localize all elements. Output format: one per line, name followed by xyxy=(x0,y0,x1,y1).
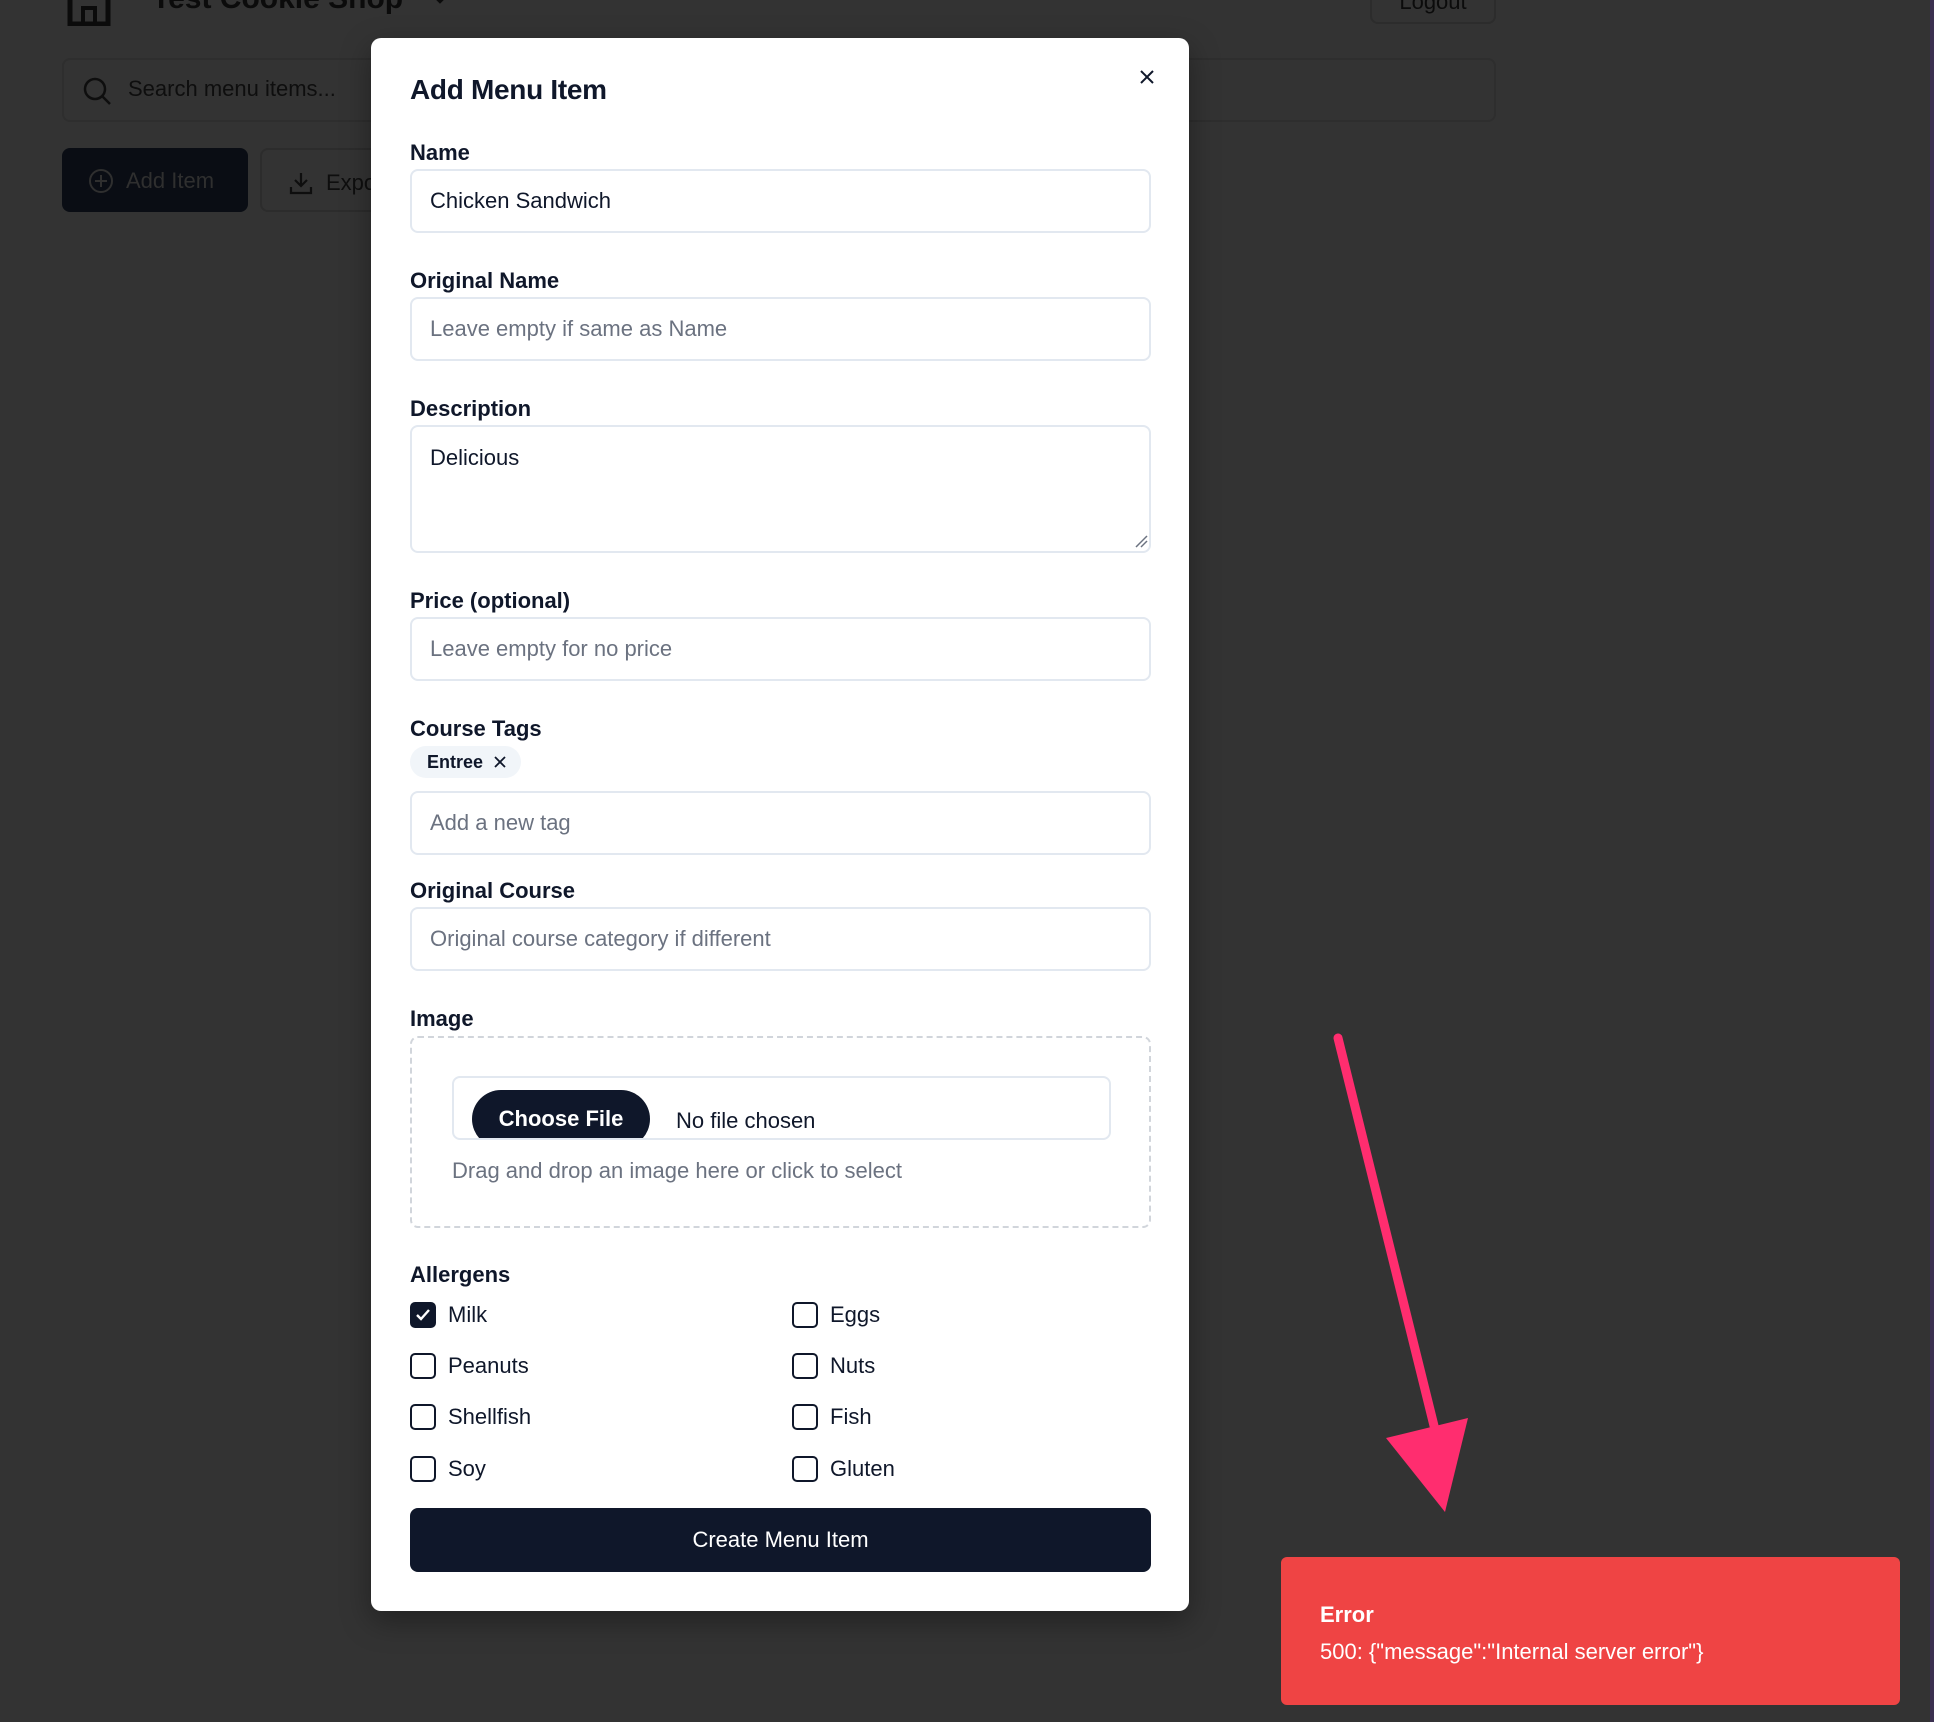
add-item-button[interactable]: Add Item xyxy=(62,148,248,212)
allergen-label: Eggs xyxy=(830,1302,881,1327)
price-label: Price (optional) xyxy=(410,588,571,613)
resize-handle-icon[interactable] xyxy=(1134,534,1148,548)
checkbox-checked[interactable] xyxy=(410,1302,436,1328)
checkbox[interactable] xyxy=(410,1404,436,1430)
allergen-eggs[interactable]: Eggs xyxy=(792,1302,880,1328)
create-menu-item-button[interactable]: Create Menu Item xyxy=(410,1508,1151,1572)
file-status-text: No file chosen xyxy=(676,1108,816,1133)
checkbox[interactable] xyxy=(410,1353,436,1379)
allergen-soy[interactable]: Soy xyxy=(410,1456,486,1482)
toast-title: Error xyxy=(1320,1602,1374,1627)
tag-label: Entree xyxy=(427,751,484,772)
image-dropzone[interactable]: Choose File No file chosen Drag and drop… xyxy=(410,1036,1151,1228)
store-icon xyxy=(67,0,111,26)
course-tag-chip: Entree xyxy=(410,746,522,778)
course-tags-label: Course Tags xyxy=(410,716,542,741)
original-course-input[interactable] xyxy=(410,907,1151,971)
image-label: Image xyxy=(410,1006,474,1031)
original-course-label: Original Course xyxy=(410,878,576,903)
search-icon xyxy=(83,77,111,105)
search-placeholder: Search menu items... xyxy=(128,76,336,101)
toast-message: 500: {"message":"Internal server error"} xyxy=(1320,1639,1704,1664)
name-label: Name xyxy=(410,140,470,165)
window-edge xyxy=(1930,0,1934,1722)
allergen-label: Nuts xyxy=(830,1353,876,1378)
checkbox[interactable] xyxy=(792,1302,818,1328)
allergen-label: Shellfish xyxy=(448,1404,532,1429)
add-item-label: Add Item xyxy=(126,168,215,193)
shop-name[interactable]: Test Cookie Shop xyxy=(152,0,403,16)
price-input[interactable] xyxy=(410,617,1151,681)
description-label: Description xyxy=(410,396,532,421)
dropzone-hint: Drag and drop an image here or click to … xyxy=(452,1158,903,1183)
file-input[interactable]: Choose File No file chosen xyxy=(452,1076,1111,1140)
plus-circle-icon xyxy=(89,169,113,193)
allergen-label: Milk xyxy=(448,1302,488,1327)
logout-button[interactable]: Logout xyxy=(1370,0,1496,24)
name-input[interactable] xyxy=(410,169,1151,233)
checkbox[interactable] xyxy=(410,1456,436,1482)
allergen-label: Peanuts xyxy=(448,1353,529,1378)
allergen-peanuts[interactable]: Peanuts xyxy=(410,1353,529,1379)
allergen-milk[interactable]: Milk xyxy=(410,1302,487,1328)
allergen-label: Soy xyxy=(448,1456,486,1481)
allergen-label: Gluten xyxy=(830,1456,895,1481)
remove-tag-icon[interactable] xyxy=(493,755,507,769)
dialog-title: Add Menu Item xyxy=(410,74,607,105)
error-toast[interactable]: Error 500: {"message":"Internal server e… xyxy=(1281,1557,1900,1705)
description-textarea[interactable]: Delicious xyxy=(410,425,1151,553)
allergen-nuts[interactable]: Nuts xyxy=(792,1353,875,1379)
export-label: Expo xyxy=(326,170,377,195)
checkbox[interactable] xyxy=(792,1456,818,1482)
allergen-label: Fish xyxy=(830,1404,872,1429)
allergen-shellfish[interactable]: Shellfish xyxy=(410,1404,531,1430)
check-icon xyxy=(416,1309,430,1321)
chevron-down-icon[interactable] xyxy=(432,0,448,6)
choose-file-button[interactable]: Choose File xyxy=(472,1090,650,1138)
checkbox[interactable] xyxy=(792,1353,818,1379)
close-icon[interactable] xyxy=(1134,64,1160,90)
original-name-label: Original Name xyxy=(410,268,560,293)
allergens-label: Allergens xyxy=(410,1262,511,1287)
annotation-arrow-icon xyxy=(1333,1033,1468,1512)
new-tag-input[interactable] xyxy=(410,791,1151,855)
download-icon xyxy=(289,173,313,195)
add-menu-item-dialog: Add Menu Item Name Original Name Descrip… xyxy=(371,38,1189,1611)
checkbox[interactable] xyxy=(792,1404,818,1430)
original-name-input[interactable] xyxy=(410,297,1151,361)
allergen-fish[interactable]: Fish xyxy=(792,1404,872,1430)
allergen-gluten[interactable]: Gluten xyxy=(792,1456,895,1482)
